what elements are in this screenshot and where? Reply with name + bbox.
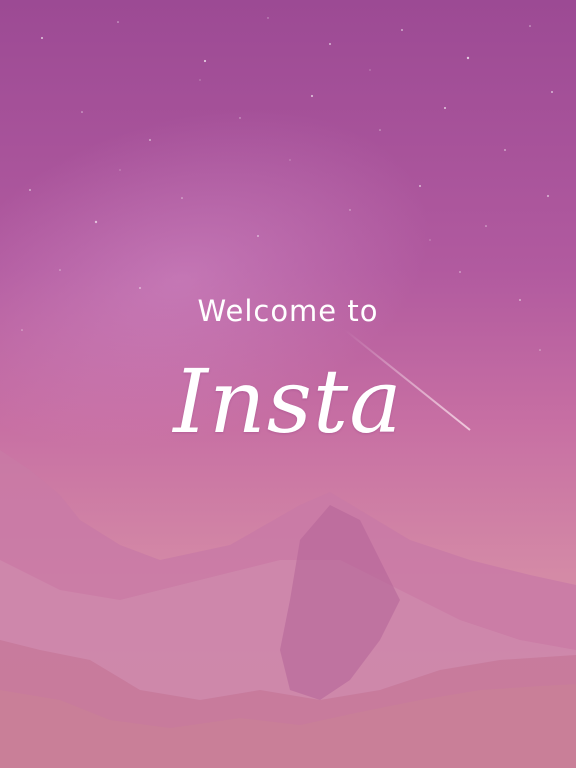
app-logo-text: Insta [173, 350, 403, 453]
splash-screen: Welcome to Insta [0, 0, 576, 768]
welcome-text: Welcome to [197, 294, 379, 328]
